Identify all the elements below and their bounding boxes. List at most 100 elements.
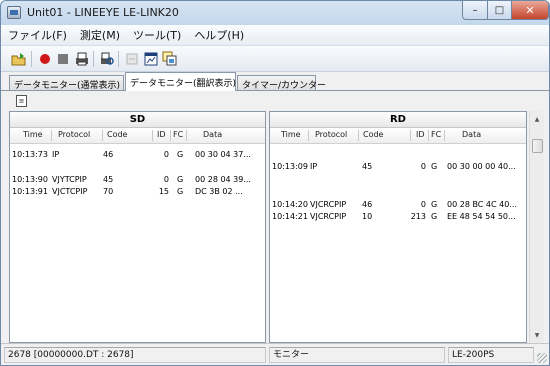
col-divider[interactable] [410,130,411,141]
cell-data: 00 28 04 39... [195,175,251,184]
close-button[interactable]: ✕ [511,1,549,20]
cell-fc: G [177,150,184,159]
tab-strip: データモニター(通常表示) データモニター(翻訳表示) タイマー/カウンター [1,72,549,91]
cell-protocol: VJYTCPIP [52,175,87,184]
cell-protocol: VJCRCPIP [310,200,347,209]
scroll-up-icon[interactable]: ▲ [532,113,542,125]
vertical-scrollbar[interactable]: ▲ ▼ [529,111,544,343]
cell-id: 213 [410,212,426,221]
display-settings-icon[interactable]: ≡ [16,95,27,107]
rd-row[interactable]: 10:14:21 VJCRCPIP 10 213 G EE 48 54 54 5… [270,212,526,223]
cell-time: 10:14:20 [272,200,308,209]
col-divider[interactable] [186,130,187,141]
col-protocol[interactable]: Protocol [315,130,347,139]
sd-pane: SD Time Protocol Code ID FC Data 10:13:7… [9,111,266,343]
col-data[interactable]: Data [462,130,481,139]
sd-column-header: Time Protocol Code ID FC Data [10,128,265,144]
col-fc[interactable]: FC [173,130,183,139]
cell-data: DC 3B 02 ... [195,187,243,196]
title-bar[interactable]: Unit01 - LINEEYE LE-LINK20 – □ ✕ [1,1,549,25]
cell-time: 10:13:09 [272,162,308,171]
col-divider[interactable] [308,130,309,141]
status-device: LE-200PS [448,347,534,363]
toolbar-separator [31,51,32,67]
col-divider[interactable] [102,130,103,141]
tab-monitor-normal[interactable]: データモニター(通常表示) [9,75,124,91]
cell-protocol: IP [52,150,60,159]
cell-code: 45 [103,175,114,184]
cell-data: 00 28 BC 4C 40... [447,200,517,209]
status-record-count: 2678 [00000000.DT : 2678] [4,347,266,363]
cell-protocol: VJCTCPIP [52,187,88,196]
col-id[interactable]: ID [157,130,166,139]
col-time[interactable]: Time [23,130,43,139]
col-code[interactable]: Code [107,130,127,139]
cell-code: 46 [362,200,373,209]
cell-fc: G [431,162,438,171]
minimize-button[interactable]: – [462,1,488,20]
cell-protocol: VJCRCPIP [310,212,347,221]
copy-windows-icon[interactable] [162,51,178,67]
record-icon[interactable] [37,51,53,67]
cell-id: 15 [158,187,169,196]
toolbar [1,46,549,72]
sd-row[interactable]: 10:13:91 VJCTCPIP 70 15 G DC 3B 02 ... [10,187,265,198]
col-divider[interactable] [170,130,171,141]
status-mode: モニター [269,347,445,363]
tab-timer-counter[interactable]: タイマー/カウンター [237,75,326,91]
status-bar: 2678 [00000000.DT : 2678] モニター LE-200PS [1,343,549,365]
col-code[interactable]: Code [363,130,383,139]
app-window: Unit01 - LINEEYE LE-LINK20 – □ ✕ ファイル(F)… [0,0,550,366]
cell-time: 10:13:90 [12,175,48,184]
col-fc[interactable]: FC [431,130,441,139]
cell-fc: G [177,187,184,196]
open-folder-icon[interactable] [11,51,27,67]
stop-icon[interactable] [55,51,71,67]
sub-toolbar: ≡ [1,91,549,111]
cell-data: 00 30 00 00 40... [447,162,516,171]
maximize-button[interactable]: □ [487,1,512,20]
cell-id: 0 [420,200,426,209]
rd-row[interactable]: 10:13:09 IP 45 0 G 00 30 00 00 40... [270,162,526,173]
col-id[interactable]: ID [416,130,425,139]
resize-grip-icon[interactable] [537,353,547,363]
cell-code: 10 [362,212,373,221]
menu-tools[interactable]: ツール(T) [126,27,187,43]
col-divider[interactable] [428,130,429,141]
window-icon[interactable] [143,51,159,67]
tab-monitor-translated[interactable]: データモニター(翻訳表示) [125,72,236,91]
cell-fc: G [177,175,184,184]
rd-pane-title: RD [270,112,526,128]
cell-id: 0 [420,162,426,171]
cell-code: 46 [103,150,114,159]
print-icon[interactable] [74,51,90,67]
col-protocol[interactable]: Protocol [58,130,90,139]
cell-id: 0 [163,150,169,159]
rd-pane: RD Time Protocol Code ID FC Data 10:13:0… [269,111,527,343]
app-icon [7,6,21,19]
window-title: Unit01 - LINEEYE LE-LINK20 [27,6,179,19]
rd-row[interactable]: 10:14:20 VJCRCPIP 46 0 G 00 28 BC 4C 40.… [270,200,526,211]
col-data[interactable]: Data [203,130,222,139]
col-divider[interactable] [444,130,445,141]
cell-protocol: IP [310,162,318,171]
disabled-icon [124,51,140,67]
menu-help[interactable]: ヘルプ(H) [187,27,250,43]
cell-data: EE 48 54 54 50... [447,212,516,221]
cell-fc: G [431,212,438,221]
col-divider[interactable] [51,130,52,141]
sd-row[interactable]: 10:13:90 VJYTCPIP 45 0 G 00 28 04 39... [10,175,265,186]
cell-code: 45 [362,162,373,171]
scroll-down-icon[interactable]: ▼ [532,329,542,341]
menu-bar: ファイル(F) 測定(M) ツール(T) ヘルプ(H) [1,25,549,46]
scroll-thumb[interactable] [532,139,543,153]
cell-time: 10:13:91 [12,187,48,196]
menu-file[interactable]: ファイル(F) [1,27,73,43]
print-preview-icon[interactable] [99,51,115,67]
sd-row[interactable]: 10:13:73 IP 46 0 G 00 30 04 37... [10,150,265,161]
monitor-content: ≡ SD Time Protocol Code ID FC Data 10:13… [1,90,549,343]
col-divider[interactable] [152,130,153,141]
menu-measure[interactable]: 測定(M) [73,27,126,43]
col-divider[interactable] [358,130,359,141]
col-time[interactable]: Time [281,130,301,139]
